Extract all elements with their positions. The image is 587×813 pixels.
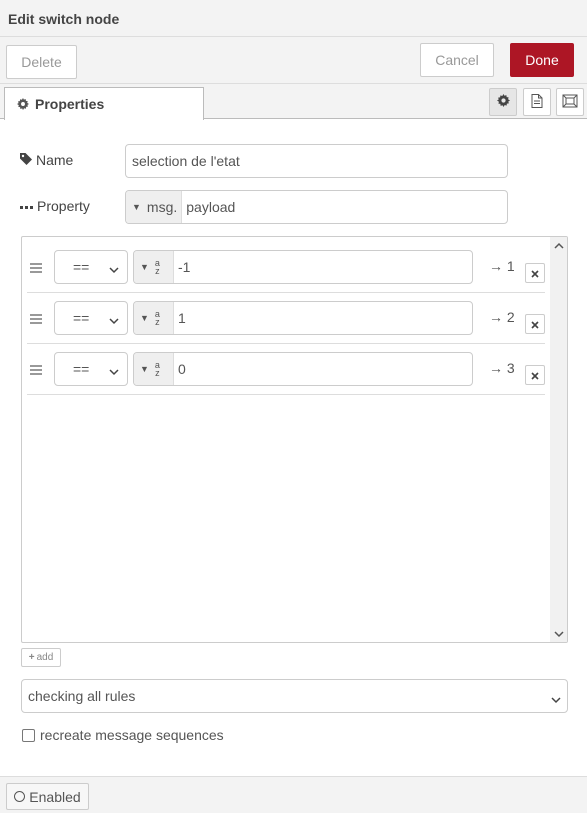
value-type-selector[interactable]: ▼ az	[134, 302, 174, 334]
chevron-down-icon	[551, 691, 561, 707]
recreate-sequences-checkbox[interactable]	[22, 728, 35, 742]
chevron-up-icon[interactable]	[550, 237, 567, 253]
name-label-text: Name	[36, 152, 74, 168]
rule-value-input[interactable]: ▼ az 1	[133, 301, 473, 335]
rule-row: == ▼ az -1 → 1	[27, 242, 545, 293]
rule-mode-select[interactable]: checking all rules	[21, 679, 568, 713]
tag-icon	[20, 152, 36, 168]
add-label: add	[36, 652, 54, 663]
dialog-toolbar: Delete Cancel Done	[0, 37, 587, 84]
property-type-selector[interactable]: ▼ msg.	[126, 191, 183, 223]
operator-value: ==	[73, 310, 90, 326]
property-value[interactable]: payload	[182, 199, 235, 215]
recreate-sequences-label: recreate message sequences	[40, 727, 224, 743]
tab-appearance-button[interactable]	[556, 88, 584, 116]
name-input[interactable]: selection de l'etat	[125, 144, 508, 178]
property-label: Property	[20, 198, 90, 214]
property-input[interactable]: ▼ msg. payload	[125, 190, 508, 224]
caret-down-icon: ▼	[140, 313, 149, 323]
operator-select[interactable]: ==	[54, 301, 128, 335]
drag-handle-icon[interactable]	[30, 260, 42, 276]
rule-row: == ▼ az 0 → 3	[27, 344, 545, 395]
close-icon	[531, 367, 539, 383]
operator-value: ==	[73, 259, 90, 275]
remove-rule-button[interactable]	[525, 314, 545, 334]
caret-down-icon: ▼	[140, 364, 149, 374]
operator-select[interactable]: ==	[54, 352, 128, 386]
caret-down-icon: ▼	[140, 262, 149, 272]
rule-row: == ▼ az 1 → 2	[27, 293, 545, 344]
operator-value: ==	[73, 361, 90, 377]
name-label: Name	[20, 152, 73, 168]
rule-value[interactable]: 1	[174, 310, 186, 326]
caret-down-icon: ▼	[132, 202, 141, 212]
chevron-down-icon[interactable]	[550, 626, 567, 642]
delete-button[interactable]: Delete	[6, 45, 77, 79]
chevron-down-icon	[109, 312, 119, 328]
rule-mode-value: checking all rules	[28, 688, 136, 704]
document-icon	[531, 93, 543, 111]
property-label-text: Property	[37, 198, 90, 214]
string-type-icon: az	[154, 258, 160, 276]
dialog-footer: Enabled	[0, 776, 587, 813]
value-type-selector[interactable]: ▼ az	[134, 251, 174, 283]
rule-output: → 1	[489, 258, 515, 274]
chevron-down-icon	[109, 261, 119, 277]
string-type-icon: az	[154, 360, 160, 378]
remove-rule-button[interactable]	[525, 263, 545, 283]
tabs-row: Properties	[0, 84, 587, 120]
tab-properties-label: Properties	[35, 96, 105, 112]
string-type-icon: az	[154, 309, 160, 327]
value-type-selector[interactable]: ▼ az	[134, 353, 174, 385]
enabled-label: Enabled	[29, 788, 81, 805]
drag-handle-icon[interactable]	[30, 362, 42, 378]
close-icon	[531, 265, 539, 281]
drag-handle-icon[interactable]	[30, 311, 42, 327]
chevron-down-icon	[109, 363, 119, 379]
cancel-button[interactable]: Cancel	[420, 43, 494, 77]
rules-list[interactable]: == ▼ az -1 → 1 == ▼ az 1 → 2 == ▼ a z 0 …	[21, 236, 568, 643]
circle-icon	[14, 791, 26, 802]
frame-icon	[562, 94, 578, 111]
rule-value-input[interactable]: ▼ az -1	[133, 250, 473, 284]
rule-output: → 3	[489, 360, 515, 376]
rule-value[interactable]: 0	[174, 361, 186, 377]
rules-scrollbar[interactable]	[550, 237, 567, 642]
close-icon	[531, 316, 539, 332]
gear-icon	[496, 94, 510, 110]
recreate-sequences-option[interactable]: recreate message sequences	[22, 727, 224, 743]
tab-properties[interactable]: Properties	[4, 87, 204, 120]
done-button[interactable]: Done	[510, 43, 574, 77]
rule-value-input[interactable]: ▼ az 0	[133, 352, 473, 386]
remove-rule-button[interactable]	[525, 365, 545, 385]
operator-select[interactable]: ==	[54, 250, 128, 284]
plus-icon: +	[28, 652, 35, 663]
rule-value[interactable]: -1	[174, 259, 190, 275]
rule-output: → 2	[489, 309, 515, 325]
dialog-title: Edit switch node	[0, 0, 587, 37]
gear-icon	[17, 98, 29, 110]
property-prefix: msg.	[146, 199, 178, 215]
tab-description-button[interactable]	[523, 88, 551, 116]
add-rule-button[interactable]: + add	[21, 648, 61, 667]
ellipsis-icon	[20, 198, 37, 214]
enabled-toggle-button[interactable]: Enabled	[6, 783, 89, 810]
tab-settings-button[interactable]	[489, 88, 517, 116]
